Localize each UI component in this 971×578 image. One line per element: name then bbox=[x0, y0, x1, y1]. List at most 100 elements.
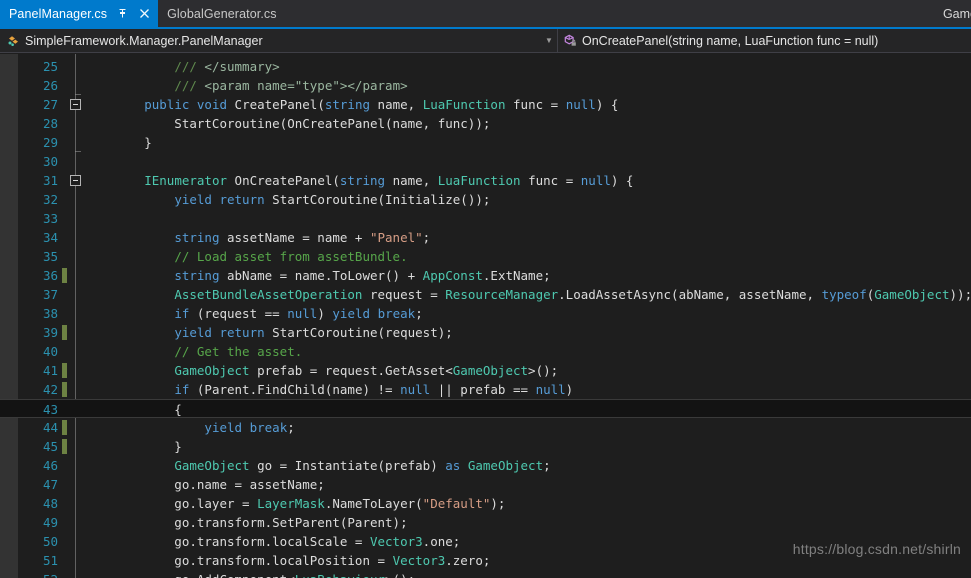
code-line-text[interactable]: if (Parent.FindChild(name) != null || pr… bbox=[84, 380, 573, 399]
code-line-text[interactable]: go.transform.localScale = Vector3.one; bbox=[84, 532, 460, 551]
code-line[interactable]: 26 /// <param name="type"></param> bbox=[0, 76, 971, 95]
line-number: 52 bbox=[18, 570, 58, 578]
code-line-text[interactable]: go.layer = LayerMask.NameToLayer("Defaul… bbox=[84, 494, 505, 513]
tab-label: PanelManager.cs bbox=[9, 6, 108, 21]
code-line-text[interactable]: AssetBundleAssetOperation request = Reso… bbox=[84, 285, 971, 304]
code-line[interactable]: 38 if (request == null) yield break; bbox=[0, 304, 971, 323]
code-line[interactable]: 30 bbox=[0, 152, 971, 171]
code-token: break bbox=[377, 306, 416, 321]
code-line-text[interactable]: } bbox=[84, 133, 152, 152]
chevron-down-icon[interactable]: ▼ bbox=[541, 29, 557, 53]
line-number: 37 bbox=[42, 287, 58, 302]
code-line[interactable]: 41 GameObject prefab = request.GetAsset<… bbox=[0, 361, 971, 380]
code-token: .NameToLayer( bbox=[324, 496, 423, 511]
code-line-text[interactable]: go.AddComponent<LuaBehaviour>(); bbox=[84, 570, 415, 578]
tab-globalgenerator[interactable]: GlobalGenerator.cs bbox=[158, 0, 284, 27]
code-line[interactable]: 42 if (Parent.FindChild(name) != null ||… bbox=[0, 380, 971, 399]
code-token: // Load asset from assetBundle. bbox=[174, 249, 408, 264]
code-line-text[interactable]: string abName = name.ToLower() + AppCons… bbox=[84, 266, 550, 285]
code-token: GameObject bbox=[452, 363, 529, 378]
code-token: func = bbox=[520, 173, 581, 188]
code-token: yield bbox=[174, 192, 212, 207]
code-line[interactable]: 45 } bbox=[0, 437, 971, 456]
code-token: null bbox=[580, 173, 611, 188]
code-token: if bbox=[174, 382, 190, 397]
code-line[interactable]: 33 bbox=[0, 209, 971, 228]
code-line-text[interactable]: yield break; bbox=[84, 418, 294, 437]
line-number: 42 bbox=[42, 382, 58, 397]
code-line[interactable]: 27 public void CreatePanel(string name, … bbox=[0, 95, 971, 114]
code-line-text[interactable]: go.name = assetName; bbox=[84, 475, 325, 494]
method-dropdown[interactable]: OnCreatePanel(string name, LuaFunction f… bbox=[557, 28, 971, 53]
code-token: LuaBehaviour bbox=[295, 572, 385, 578]
code-line[interactable]: 36 string abName = name.ToLower() + AppC… bbox=[0, 266, 971, 285]
code-line[interactable]: 28 StartCoroutine(OnCreatePanel(name, fu… bbox=[0, 114, 971, 133]
code-line-text[interactable]: public void CreatePanel(string name, Lua… bbox=[84, 95, 618, 114]
code-token: .one; bbox=[422, 534, 461, 549]
code-line[interactable]: 48 go.layer = LayerMask.NameToLayer("Def… bbox=[0, 494, 971, 513]
code-line-text[interactable]: string assetName = name + "Panel"; bbox=[84, 228, 430, 247]
code-surface[interactable]: 25 /// </summary> 26 /// <param name="typ… bbox=[0, 54, 971, 578]
code-line-text[interactable]: go.transform.SetParent(Parent); bbox=[84, 513, 407, 532]
code-line-text[interactable]: } bbox=[84, 437, 182, 456]
code-line-text[interactable]: yield return StartCoroutine(Initialize()… bbox=[84, 190, 490, 209]
code-line-text[interactable]: // Get the asset. bbox=[84, 342, 302, 361]
line-number: 45 bbox=[42, 439, 58, 454]
class-dropdown[interactable]: SimpleFramework.Manager.PanelManager bbox=[0, 29, 541, 53]
code-line-text[interactable]: go.transform.localPosition = Vector3.zer… bbox=[84, 551, 490, 570]
code-line-text[interactable]: /// </summary> bbox=[84, 57, 279, 76]
code-line[interactable]: 34 string assetName = name + "Panel"; bbox=[0, 228, 971, 247]
code-line[interactable]: 46 GameObject go = Instantiate(prefab) a… bbox=[0, 456, 971, 475]
tab-bar-overflow-area: Game bbox=[943, 0, 971, 27]
code-line-current[interactable]: 43 { bbox=[0, 399, 971, 418]
line-number: 47 bbox=[42, 477, 58, 492]
code-line-text[interactable]: GameObject go = Instantiate(prefab) as G… bbox=[84, 456, 550, 475]
code-token: GameObject bbox=[467, 458, 544, 473]
code-line[interactable]: 47 go.name = assetName; bbox=[0, 475, 971, 494]
code-token: string bbox=[174, 230, 220, 245]
code-line[interactable]: 49 go.transform.SetParent(Parent); bbox=[0, 513, 971, 532]
code-line[interactable]: 31 IEnumerator OnCreatePanel(string name… bbox=[0, 171, 971, 190]
code-line-text[interactable]: if (request == null) yield break; bbox=[84, 304, 422, 323]
code-line-text[interactable]: /// <param name="type"></param> bbox=[84, 76, 407, 95]
code-token: LayerMask bbox=[257, 496, 325, 511]
code-token: StartCoroutine(Initialize()); bbox=[264, 192, 491, 207]
code-token: return bbox=[219, 192, 265, 207]
close-icon[interactable] bbox=[138, 7, 151, 20]
code-line-text[interactable]: yield return StartCoroutine(request); bbox=[84, 323, 452, 342]
code-line[interactable]: 35 // Load asset from assetBundle. bbox=[0, 247, 971, 266]
code-line[interactable]: 29 } bbox=[0, 133, 971, 152]
tab-panelmanager[interactable]: PanelManager.cs bbox=[0, 0, 159, 27]
code-token: GameObject bbox=[174, 458, 250, 473]
code-editor[interactable]: 25 /// </summary> 26 /// <param name="typ… bbox=[0, 54, 971, 578]
code-token: ) bbox=[565, 382, 574, 397]
code-line-text[interactable]: IEnumerator OnCreatePanel(string name, L… bbox=[84, 171, 633, 190]
code-line-text[interactable]: StartCoroutine(OnCreatePanel(name, func)… bbox=[84, 114, 490, 133]
code-token: Vector3 bbox=[369, 534, 423, 549]
code-token: null bbox=[400, 382, 431, 397]
line-number: 34 bbox=[42, 230, 58, 245]
code-line-text[interactable]: // Load asset from assetBundle. bbox=[84, 247, 408, 266]
code-token: go.layer = bbox=[84, 496, 258, 511]
code-line-text[interactable]: GameObject prefab = request.GetAsset<Gam… bbox=[84, 361, 558, 380]
visual-studio-window: PanelManager.cs GlobalGenerator.cs Game bbox=[0, 0, 971, 578]
code-line[interactable]: 25 /// </summary> bbox=[0, 57, 971, 76]
code-token: yield bbox=[332, 306, 371, 321]
code-token: CreatePanel( bbox=[227, 97, 325, 112]
code-line[interactable]: 40 // Get the asset. bbox=[0, 342, 971, 361]
code-token: go.transform.localScale = bbox=[84, 534, 370, 549]
code-line[interactable]: 39 yield return StartCoroutine(request); bbox=[0, 323, 971, 342]
code-line[interactable]: 37 AssetBundleAssetOperation request = R… bbox=[0, 285, 971, 304]
code-line[interactable]: 52 go.AddComponent<LuaBehaviour>(); bbox=[0, 570, 971, 578]
code-line[interactable]: 32 yield return StartCoroutine(Initializ… bbox=[0, 190, 971, 209]
code-line[interactable]: 44 yield break; bbox=[0, 418, 971, 437]
code-line-text[interactable]: { bbox=[84, 400, 182, 419]
line-number: 25 bbox=[42, 59, 58, 74]
code-token: ) bbox=[317, 306, 333, 321]
pin-icon[interactable] bbox=[116, 7, 129, 20]
